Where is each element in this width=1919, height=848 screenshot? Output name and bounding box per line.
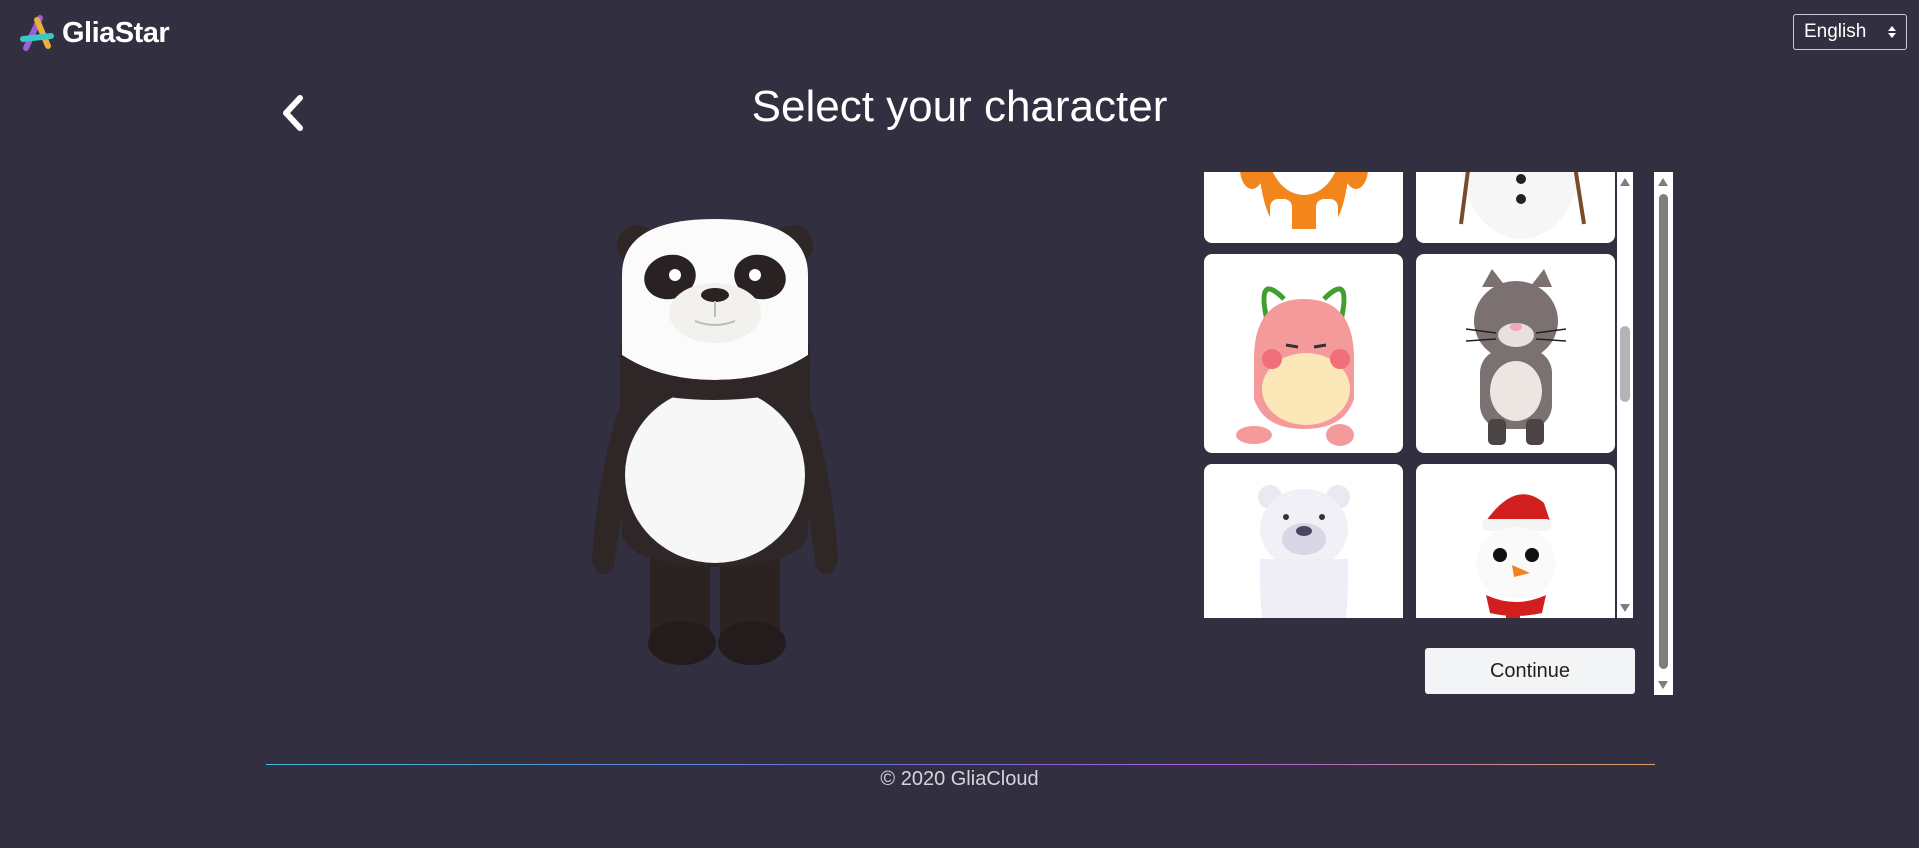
character-card-gray-cat[interactable] <box>1416 254 1615 453</box>
polar-bear-character-image <box>1257 484 1350 618</box>
language-select[interactable]: English <box>1793 14 1907 50</box>
continue-button[interactable]: Continue <box>1425 648 1635 694</box>
snowman-character-image <box>1458 172 1586 239</box>
scrollbar-thumb[interactable] <box>1659 194 1668 669</box>
scroll-up-icon[interactable] <box>1620 178 1630 186</box>
panel-scrollbar[interactable] <box>1654 172 1673 695</box>
snowman-character-image <box>1475 493 1556 618</box>
gray-cat-character-image <box>1465 268 1566 445</box>
footer-copyright: © 2020 GliaCloud <box>880 768 1039 790</box>
character-card-pink-radish[interactable] <box>1204 254 1403 453</box>
footer-divider <box>266 764 1655 765</box>
select-caret-icon <box>1888 26 1896 38</box>
character-grid[interactable] <box>1204 172 1636 618</box>
gliastar-logo-icon <box>20 15 54 51</box>
pink-radish-character-image <box>1235 286 1354 446</box>
character-card-polar-bear[interactable] <box>1204 464 1403 618</box>
brand-name: GliaStar <box>62 16 170 49</box>
language-select-value: English <box>1804 21 1867 42</box>
character-card-snowman-partial[interactable] <box>1416 172 1615 243</box>
character-grid-scrollbar[interactable] <box>1617 172 1633 618</box>
character-card-tiger[interactable] <box>1204 172 1403 243</box>
tiger-character-image <box>1239 172 1368 237</box>
scroll-down-icon[interactable] <box>1658 681 1668 689</box>
character-preview <box>592 219 838 665</box>
character-card-snowman[interactable] <box>1416 464 1615 618</box>
scroll-up-icon[interactable] <box>1658 178 1668 186</box>
page-title: Select your character <box>751 82 1168 131</box>
scroll-down-icon[interactable] <box>1620 604 1630 612</box>
brand-logo[interactable]: GliaStar <box>20 14 170 52</box>
scrollbar-thumb[interactable] <box>1620 326 1630 402</box>
